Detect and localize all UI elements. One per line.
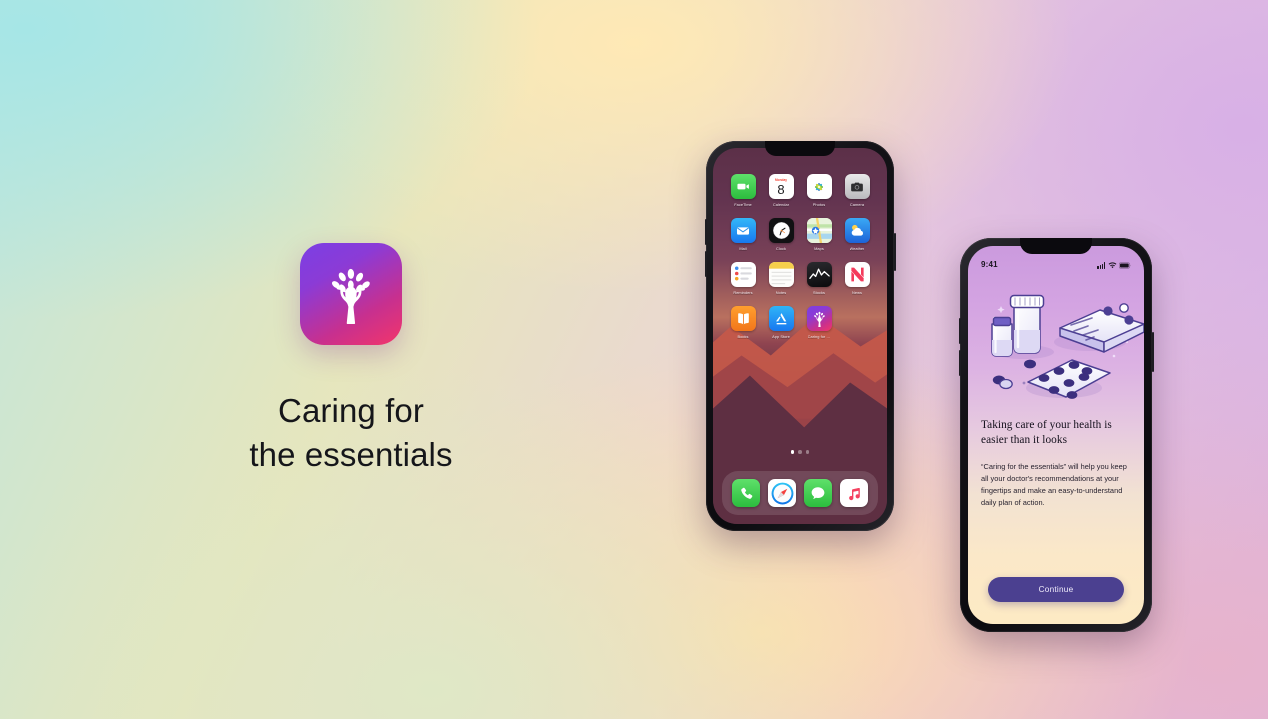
safari-icon[interactable] (768, 479, 796, 507)
caring-for-app-icon (806, 306, 832, 331)
app-icon-caring-for[interactable]: Caring for … (800, 306, 838, 339)
brand-title-line-2: the essentials (249, 435, 453, 473)
page-dot-2[interactable] (798, 450, 802, 454)
power-button[interactable] (1151, 332, 1154, 372)
power-button[interactable] (893, 233, 896, 271)
app-icon-mail[interactable]: Mail (724, 218, 762, 251)
app-icon-maps[interactable]: Maps (800, 218, 838, 251)
notes-icon (768, 262, 794, 287)
news-icon (844, 262, 870, 287)
tree-hand-logo-icon (320, 263, 382, 325)
app-icon-news[interactable]: News (838, 262, 876, 295)
iphone-home-screen-mockup: FaceTime Monday 8 Calendar Photos Camera… (704, 141, 896, 531)
volume-up-button[interactable] (704, 219, 707, 245)
phone-icon[interactable] (732, 479, 760, 507)
app-label: Caring for … (807, 334, 831, 339)
iphone-onboarding-mockup: 9:41 Taking care of your health is easie… (958, 238, 1154, 632)
music-icon[interactable] (840, 479, 868, 507)
app-label: Camera (849, 202, 865, 207)
notch (1020, 238, 1092, 254)
onboarding-copy: Taking care of your health is easier tha… (968, 418, 1144, 577)
app-label: FaceTime (734, 202, 752, 207)
weather-icon (844, 218, 870, 243)
app-store-icon (768, 306, 794, 331)
app-icon-photos[interactable]: Photos (800, 174, 838, 207)
books-icon (730, 306, 756, 331)
app-label: Clock (776, 246, 786, 251)
app-icon-notes[interactable]: Notes (762, 262, 800, 295)
calendar-day: 8 (777, 182, 785, 198)
brand-title-line-1: Caring for (278, 391, 424, 429)
app-icon-calendar[interactable]: Monday 8 Calendar (762, 174, 800, 207)
app-label: Maps (814, 246, 824, 251)
app-icon-facetime[interactable]: FaceTime (724, 174, 762, 207)
app-icon-reminders[interactable]: Reminders (724, 262, 762, 295)
maps-icon (806, 218, 832, 243)
app-label: Reminders (733, 290, 753, 295)
caring-for-logo-tile (300, 242, 402, 345)
app-label: App Store (772, 334, 790, 339)
app-icon-stocks[interactable]: Stocks (800, 262, 838, 295)
page-indicator-dots[interactable] (713, 450, 887, 454)
volume-down-button[interactable] (958, 350, 961, 376)
app-grid: FaceTime Monday 8 Calendar Photos Camera… (724, 174, 876, 339)
signal-bars-icon (1097, 262, 1105, 269)
app-label: Books (737, 334, 749, 339)
app-label: Mail (739, 246, 747, 251)
messages-icon[interactable] (804, 479, 832, 507)
app-label: Calendar (772, 202, 790, 207)
page-dot-3[interactable] (805, 450, 810, 454)
dock (722, 471, 878, 515)
photos-icon (806, 174, 832, 199)
wifi-icon (1108, 262, 1116, 268)
status-bar-time: 9:41 (981, 260, 998, 269)
camera-icon (844, 174, 870, 199)
app-label: Stocks (813, 290, 825, 295)
volume-down-button[interactable] (704, 251, 707, 277)
brand-block: Caring for the essentials (0, 0, 702, 719)
page-title: Caring for the essentials (249, 389, 452, 477)
notch (765, 141, 835, 156)
stocks-icon (806, 262, 832, 287)
app-label: Weather (849, 246, 865, 251)
continue-button[interactable]: Continue (988, 577, 1124, 602)
onboarding-body-text: “Caring for the essentials” will help yo… (981, 462, 1127, 508)
app-label: News (852, 290, 862, 295)
app-icon-books[interactable]: Books (724, 306, 762, 339)
clock-icon (768, 218, 794, 243)
mail-icon (730, 218, 756, 243)
volume-up-button[interactable] (958, 318, 961, 344)
onboarding-headline: Taking care of your health is easier tha… (981, 419, 1112, 446)
home-screen: FaceTime Monday 8 Calendar Photos Camera… (713, 148, 887, 524)
facetime-icon (730, 174, 756, 199)
medicine-bottles-blister-pack-illustration (968, 270, 1144, 418)
app-icon-clock[interactable]: Clock (762, 218, 800, 251)
app-label: Notes (775, 290, 787, 295)
app-icon-weather[interactable]: Weather (838, 218, 876, 251)
page-dot-1[interactable] (790, 450, 795, 454)
app-icon-camera[interactable]: Camera (838, 174, 876, 207)
calendar-icon: Monday 8 (768, 174, 794, 199)
onboarding-screen: 9:41 Taking care of your health is easie… (968, 246, 1144, 624)
battery-full-icon (1119, 262, 1131, 269)
cta-container: Continue (968, 577, 1144, 624)
app-icon-app-store[interactable]: App Store (762, 306, 800, 339)
status-bar-icons (1097, 262, 1131, 269)
app-label: Photos (812, 202, 826, 207)
reminders-icon (730, 262, 756, 287)
